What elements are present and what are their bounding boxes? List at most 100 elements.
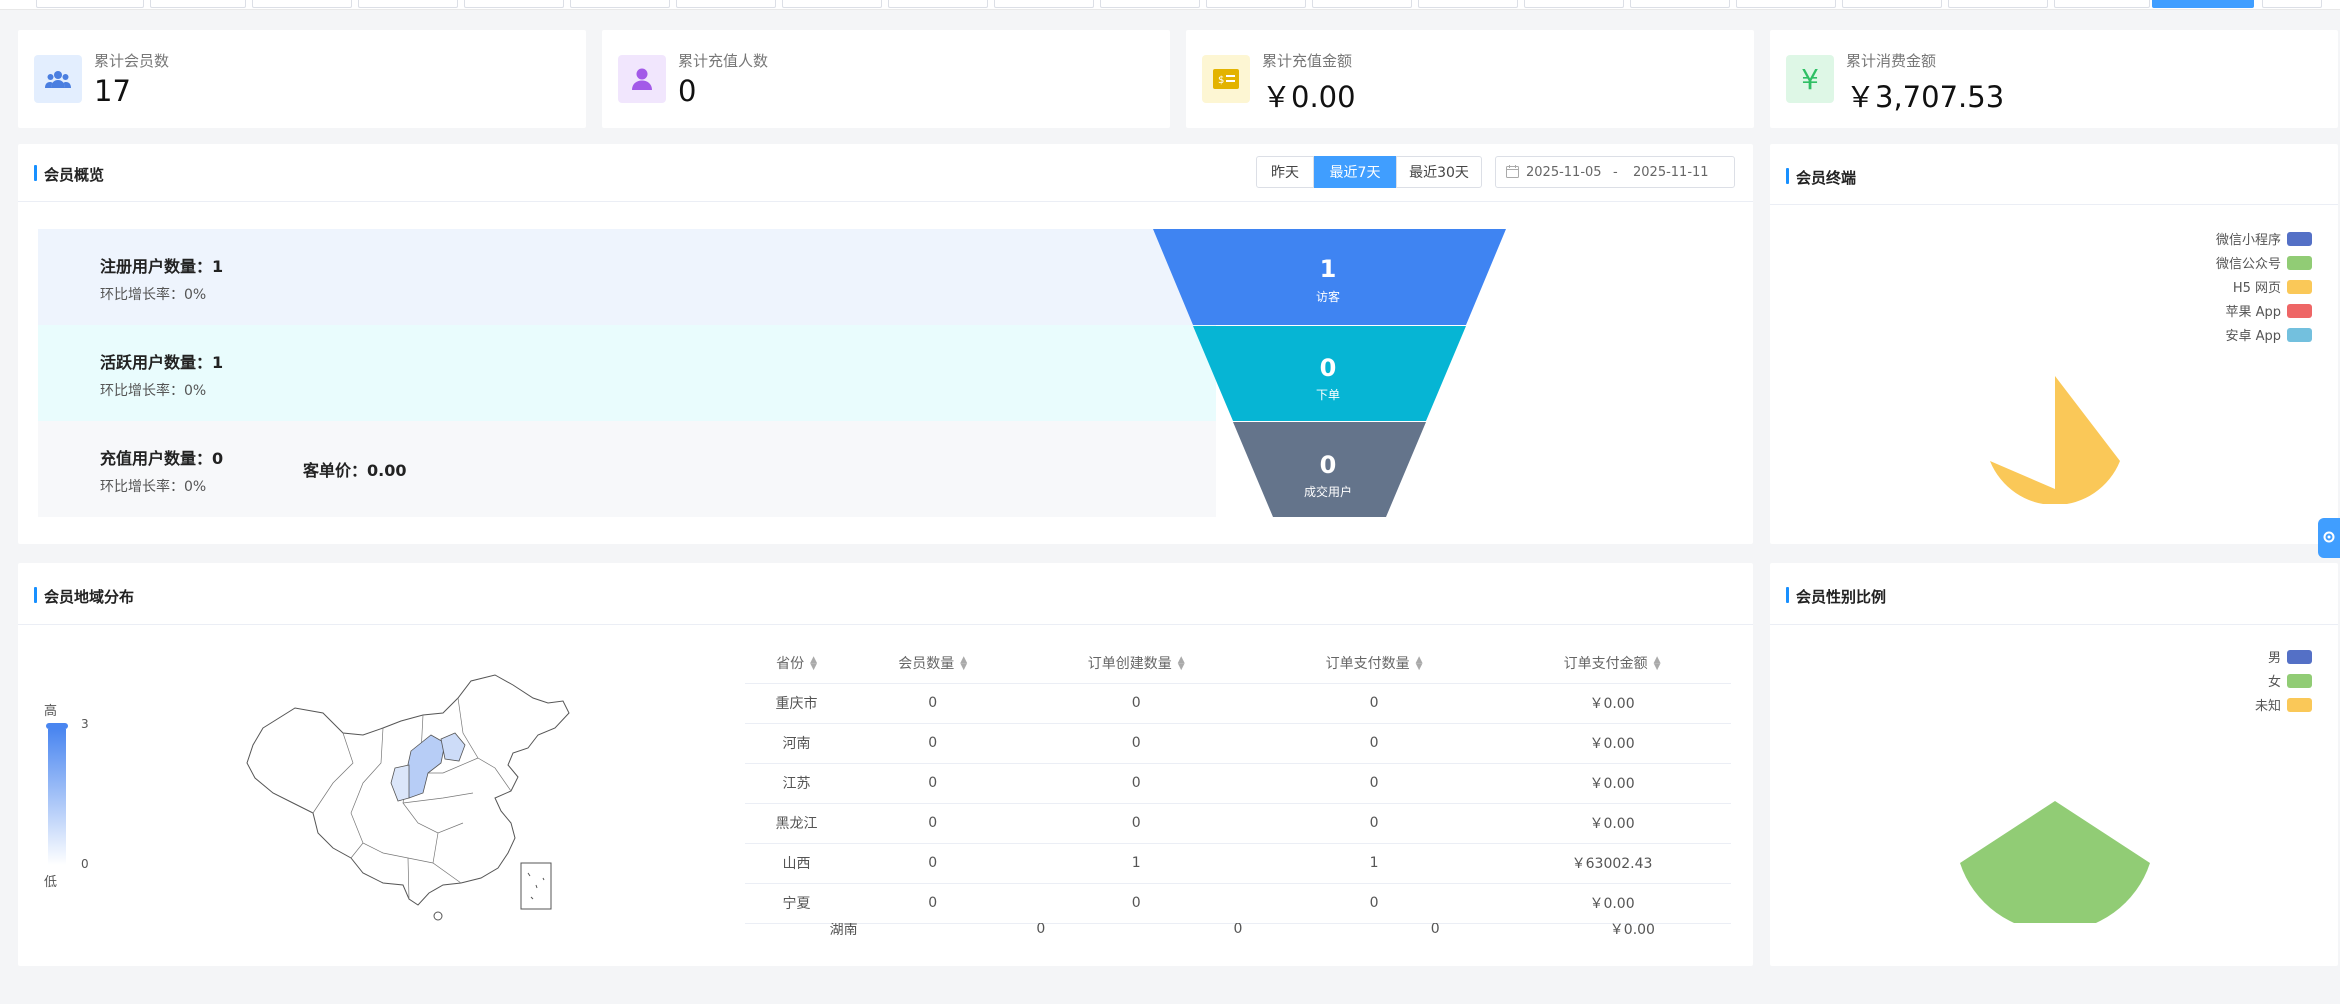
active-growth: 环比增长率：0% <box>100 383 207 399</box>
registered-count: 注册用户数量：1 <box>100 257 224 276</box>
active-count: 活跃用户数量：1 <box>100 353 224 372</box>
sort-icon[interactable]: ▲ ▼ <box>810 655 817 671</box>
funnel-row-active: 活跃用户数量：1 环比增长率：0% <box>38 325 1216 421</box>
stat-card-members: 累计会员数 17 <box>18 30 586 128</box>
tab[interactable] <box>2054 0 2150 8</box>
legend-item[interactable]: 安卓 App <box>2225 325 2312 344</box>
funnel-row-recharge: 充值用户数量：0 环比增长率：0% 客单价：0.00 <box>38 421 1216 517</box>
recharge-growth: 环比增长率：0% <box>100 479 207 495</box>
panel-title: 会员地域分布 <box>34 586 134 607</box>
tab[interactable] <box>994 0 1094 8</box>
funnel-chart: 1 访客 0 下单 0 成交用户 <box>1153 229 1506 517</box>
scale-min-value: 0 <box>81 857 89 871</box>
stat-card-recharge-amount: $ 累计充值金额 ￥0.00 <box>1186 30 1754 128</box>
tab[interactable] <box>676 0 776 8</box>
legend-swatch <box>2287 231 2312 246</box>
member-terminal-panel: 会员终端 微信小程序 微信公众号 H5 网页 苹果 App 安卓 App <box>1770 144 2338 544</box>
date-range-picker[interactable]: 2025-11-05 - 2025-11-11 <box>1495 156 1735 188</box>
stat-value: 17 <box>94 74 131 108</box>
table-row: 山西 0 1 1 ￥63002.43 <box>745 843 1731 884</box>
tab[interactable] <box>888 0 988 8</box>
yen-icon: ¥ <box>1786 55 1834 103</box>
tab[interactable] <box>1206 0 1306 8</box>
tab-more[interactable] <box>2262 0 2322 8</box>
panel-title: 会员概览 <box>34 164 104 185</box>
legend-label: 男 <box>2267 651 2281 666</box>
users-icon <box>34 55 82 103</box>
tab[interactable] <box>1524 0 1624 8</box>
legend-item[interactable]: 男 <box>2268 647 2312 666</box>
range-7days-button[interactable]: 最近7天 <box>1314 156 1396 188</box>
range-yesterday-button[interactable]: 昨天 <box>1256 156 1314 188</box>
funnel-row-registered: 注册用户数量：1 环比增长率：0% <box>38 229 1216 325</box>
legend-item[interactable]: 女 <box>2268 671 2312 690</box>
legend-swatch <box>2287 255 2312 270</box>
legend-swatch <box>2287 279 2312 294</box>
stat-label: 累计会员数 <box>94 52 170 70</box>
tab[interactable] <box>1418 0 1518 8</box>
tab[interactable] <box>36 0 144 8</box>
funnel-label: 下单 <box>1316 388 1340 402</box>
legend-swatch <box>2287 649 2312 664</box>
funnel-value: 1 <box>1320 255 1337 283</box>
stat-value: ￥0.00 <box>1262 80 1356 114</box>
legend-swatch <box>2287 697 2312 712</box>
member-overview-panel: 会员概览 昨天 最近7天 最近30天 2025-11-05 - 2025-11-… <box>18 144 1753 544</box>
tab[interactable] <box>464 0 564 8</box>
column-header-paid-amount[interactable]: 订单支付金额 ▲ ▼ <box>1493 643 1731 684</box>
stat-label: 累计充值人数 <box>678 52 769 70</box>
column-header-order-paid[interactable]: 订单支付数量 ▲ ▼ <box>1255 643 1494 684</box>
avg-order-price: 客单价：0.00 <box>303 461 407 480</box>
province-hainan[interactable] <box>433 911 443 921</box>
funnel-label: 成交用户 <box>1304 484 1352 499</box>
gender-rose-chart <box>1960 801 2150 923</box>
sort-icon[interactable]: ▲ ▼ <box>1416 655 1423 671</box>
legend-item[interactable]: 苹果 App <box>2225 301 2312 320</box>
stat-card-consume-amount: ¥ 累计消费金额 ￥3,707.53 <box>1770 30 2338 128</box>
range-30days-button[interactable]: 最近30天 <box>1396 156 1482 188</box>
legend-label: 安卓 App <box>2225 329 2281 344</box>
legend-swatch <box>2287 303 2312 318</box>
stat-value: ￥3,707.53 <box>1846 80 2005 114</box>
column-header-province[interactable]: 省份 ▲ ▼ <box>745 643 849 684</box>
table-row: 黑龙江 0 0 0 ￥0.00 <box>745 803 1731 844</box>
rose-slice-h5[interactable] <box>1990 376 2120 504</box>
table-row: 宁夏 0 0 0 ￥0.00 <box>745 883 1731 924</box>
sort-icon[interactable]: ▲ ▼ <box>1654 655 1661 671</box>
tab[interactable] <box>150 0 246 8</box>
rose-slice-female[interactable] <box>1960 801 2150 923</box>
column-header-order-created[interactable]: 订单创建数量 ▲ ▼ <box>1017 643 1256 684</box>
legend-item[interactable]: 未知 <box>2255 695 2312 714</box>
legend-label: 女 <box>2267 675 2281 690</box>
tab[interactable] <box>1736 0 1836 8</box>
tab-strip <box>0 0 2340 10</box>
tab[interactable] <box>358 0 458 8</box>
table-row: 江苏 0 0 0 ￥0.00 <box>745 763 1731 804</box>
legend-item[interactable]: 微信小程序 <box>2216 229 2312 248</box>
legend-item[interactable]: 微信公众号 <box>2216 253 2312 272</box>
calendar-icon <box>1506 165 1519 182</box>
tab[interactable] <box>252 0 352 8</box>
sort-icon[interactable]: ▲ ▼ <box>1178 655 1185 671</box>
tab-active[interactable] <box>2152 0 2254 8</box>
sort-icon[interactable]: ▲ ▼ <box>960 655 967 671</box>
funnel-label: 访客 <box>1316 289 1340 304</box>
legend-swatch <box>2287 673 2312 688</box>
funnel-value: 0 <box>1320 451 1337 479</box>
tab[interactable] <box>1312 0 1412 8</box>
settings-float-button[interactable] <box>2318 518 2340 558</box>
scale-max-value: 3 <box>81 717 89 731</box>
tab[interactable] <box>1100 0 1200 8</box>
stat-label: 累计充值金额 <box>1262 52 1353 70</box>
tab[interactable] <box>1948 0 2048 8</box>
tab[interactable] <box>1842 0 1942 8</box>
user-icon <box>618 55 666 103</box>
tab[interactable] <box>782 0 882 8</box>
divider <box>18 201 1753 202</box>
column-header-member-count[interactable]: 会员数量 ▲ ▼ <box>848 643 1018 684</box>
tab[interactable] <box>1630 0 1730 8</box>
tab[interactable] <box>570 0 670 8</box>
legend-item[interactable]: H5 网页 <box>2233 277 2312 296</box>
scale-gradient-bar[interactable] <box>48 729 66 865</box>
date-start: 2025-11-05 <box>1526 165 1602 180</box>
